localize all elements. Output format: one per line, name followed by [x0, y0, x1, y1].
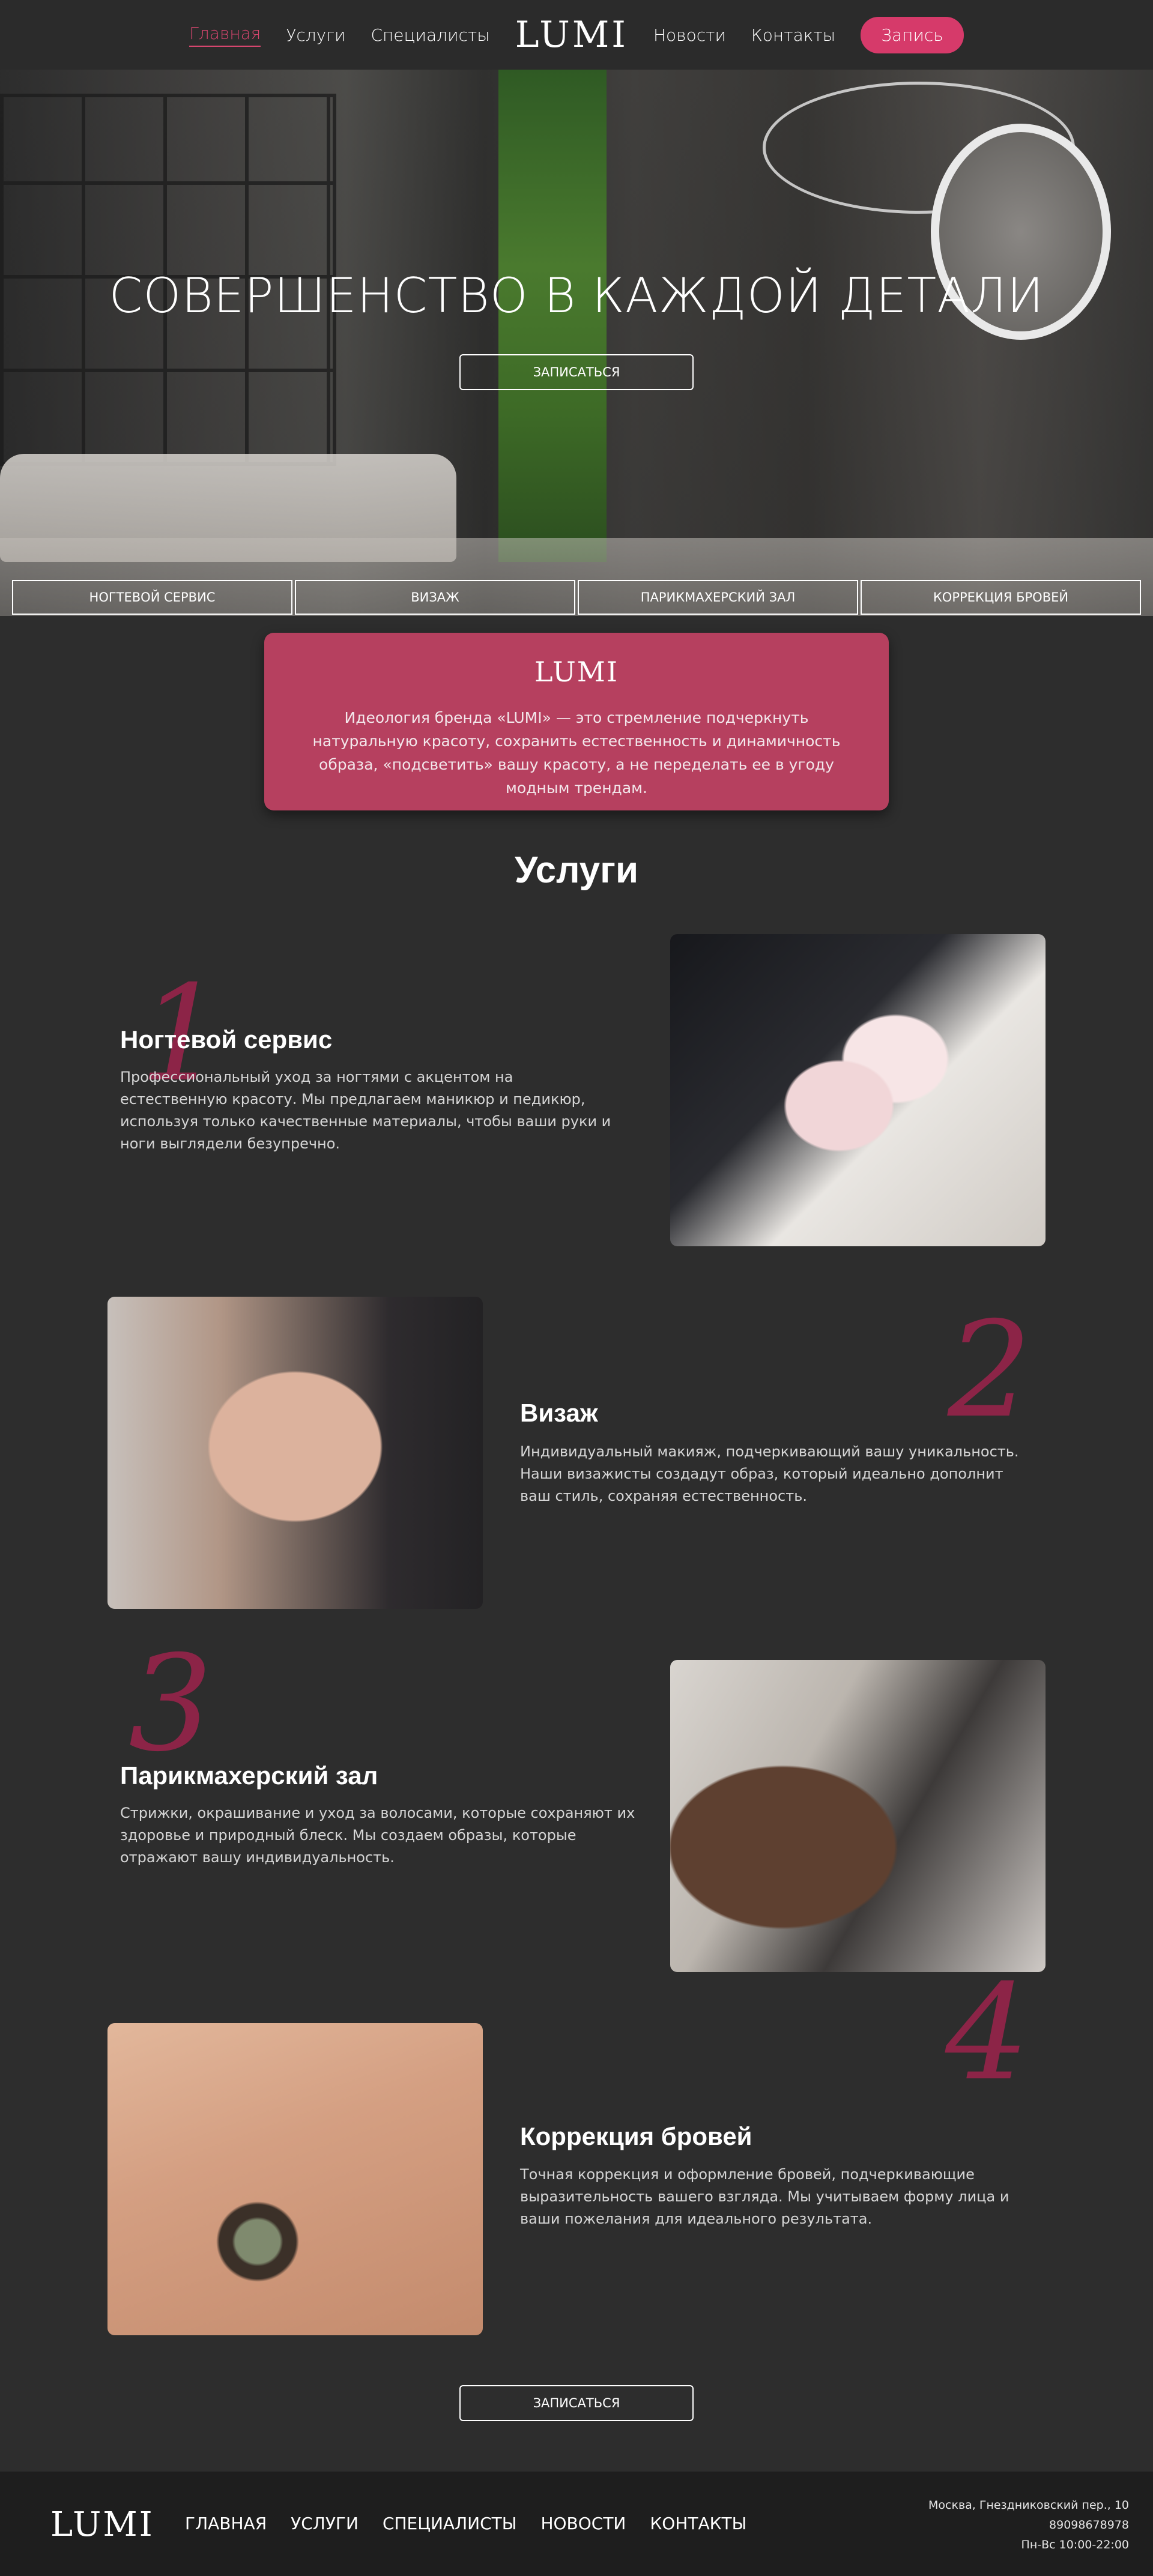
footer-link-home[interactable]: ГЛАВНАЯ — [185, 2514, 267, 2533]
nav-link-services[interactable]: Услуги — [286, 25, 345, 45]
footer-link-news[interactable]: НОВОСТИ — [540, 2514, 626, 2533]
ideology-text: Идеология бренда «LUMI» — это стремление… — [312, 709, 841, 797]
service-title-hair: Парикмахерский зал — [120, 1761, 378, 1790]
tab-brow-correction[interactable]: КОРРЕКЦИЯ БРОВЕЙ — [861, 580, 1141, 615]
footer-link-contacts[interactable]: КОНТАКТЫ — [650, 2514, 746, 2533]
site-header: Главная Услуги Специалисты LUMI Новости … — [0, 0, 1153, 70]
service-desc-brows: Точная коррекция и оформление бровей, по… — [520, 2166, 1009, 2227]
ideology-card: LUMI Идеология бренда «LUMI» — это стрем… — [264, 633, 889, 810]
hero-section: СОВЕРШЕНСТВО В КАЖДОЙ ДЕТАЛИ ЗАПИСАТЬСЯ … — [0, 70, 1153, 616]
service-desc-hair: Стрижки, окрашивание и уход за волосами,… — [120, 1805, 635, 1866]
brow-photo — [107, 2023, 483, 2335]
footer-nav: ГЛАВНАЯ УСЛУГИ СПЕЦИАЛИСТЫ НОВОСТИ КОНТА… — [185, 2514, 770, 2533]
service-title-makeup: Визаж — [520, 1399, 598, 1427]
tab-nail-service[interactable]: НОГТЕВОЙ СЕРВИС — [12, 580, 292, 615]
services-title: Услуги — [514, 849, 639, 891]
hero-title: СОВЕРШЕНСТВО В КАЖДОЙ ДЕТАЛИ — [109, 268, 1044, 324]
service-number-3: 3 — [129, 1627, 213, 1781]
service-tabs: НОГТЕВОЙ СЕРВИС ВИЗАЖ ПАРИКМАХЕРСКИЙ ЗАЛ… — [12, 580, 1141, 615]
tab-makeup[interactable]: ВИЗАЖ — [295, 580, 575, 615]
nav-link-contacts[interactable]: Контакты — [751, 25, 835, 45]
service-title-brows: Коррекция бровей — [520, 2122, 752, 2150]
nav-link-home[interactable]: Главная — [189, 23, 261, 47]
service-number-4: 4 — [945, 1956, 1029, 2110]
tab-hair-salon[interactable]: ПАРИКМАХЕРСКИЙ ЗАЛ — [578, 580, 858, 615]
nails-photo — [670, 934, 1046, 1246]
footer-contact-info: Москва, Гнездниковский пер., 10 89098678… — [928, 2496, 1129, 2555]
hero-bg-sofa — [0, 454, 456, 562]
footer-hours: Пн-Вс 10:00-22:00 — [1021, 2538, 1129, 2551]
nav-link-specialists[interactable]: Специалисты — [371, 25, 489, 45]
services-book-button[interactable]: ЗАПИСАТЬСЯ — [459, 2385, 694, 2421]
footer-logo[interactable]: LUMI — [50, 2505, 154, 2544]
service-desc-makeup: Индивидуальный макияж, подчеркивающий ва… — [520, 1443, 1019, 1504]
hair-photo — [670, 1660, 1046, 1972]
footer-link-services[interactable]: УСЛУГИ — [291, 2514, 359, 2533]
footer-link-specialists[interactable]: СПЕЦИАЛИСТЫ — [383, 2514, 517, 2533]
header-logo[interactable]: LUMI — [515, 14, 628, 56]
book-button[interactable]: Запись — [861, 16, 964, 53]
makeup-photo — [107, 1297, 483, 1609]
footer-phone[interactable]: 89098678978 — [928, 2515, 1129, 2535]
service-desc-nails: Профессиональный уход за ногтями с акцен… — [120, 1069, 611, 1152]
nav-link-news[interactable]: Новости — [653, 25, 726, 45]
main-nav: Главная Услуги Специалисты LUMI Новости … — [177, 14, 976, 56]
footer-address: Москва, Гнездниковский пер., 10 — [928, 2499, 1129, 2512]
hero-book-button[interactable]: ЗАПИСАТЬСЯ — [459, 354, 694, 390]
service-title-nails: Ногтевой сервис — [120, 1025, 333, 1054]
ideology-logo: LUMI — [534, 656, 619, 688]
site-footer: LUMI ГЛАВНАЯ УСЛУГИ СПЕЦИАЛИСТЫ НОВОСТИ … — [0, 2472, 1153, 2576]
service-number-2: 2 — [948, 1293, 1032, 1447]
